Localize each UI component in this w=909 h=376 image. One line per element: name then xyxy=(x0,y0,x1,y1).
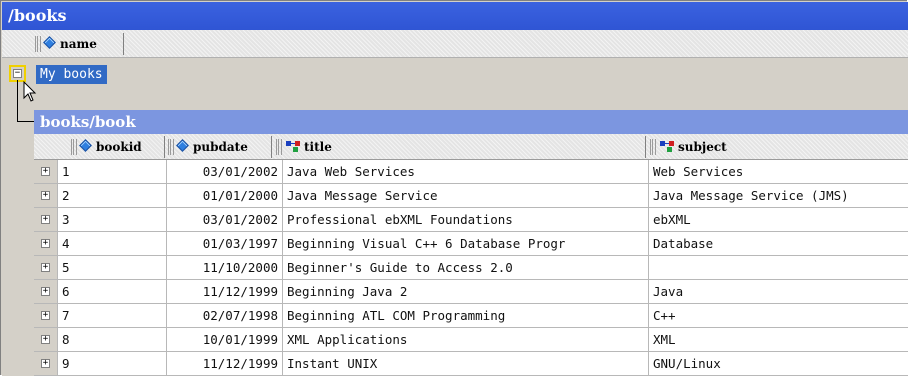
cell-bookid[interactable]: 9 xyxy=(58,352,167,375)
expand-icon[interactable]: + xyxy=(41,335,50,344)
cell-title[interactable]: Beginning ATL COM Programming xyxy=(283,304,649,327)
table-row[interactable]: + 7 02/07/1998 Beginning ATL COM Program… xyxy=(34,304,908,328)
row-value-my-books[interactable]: My books xyxy=(36,65,107,84)
row-gutter: + xyxy=(34,160,58,183)
row-gutter: + xyxy=(34,352,58,375)
table-row[interactable]: + 5 11/10/2000 Beginner's Guide to Acces… xyxy=(34,256,908,280)
nested-grid-title: books/book xyxy=(34,110,908,134)
cell-pubdate[interactable]: 02/07/1998 xyxy=(167,304,283,327)
expand-icon[interactable]: + xyxy=(41,311,50,320)
column-header-subject-label: subject xyxy=(678,140,727,154)
column-grip[interactable] xyxy=(71,139,77,155)
cell-pubdate[interactable]: 11/12/1999 xyxy=(167,352,283,375)
tree-connector-horizontal xyxy=(17,121,34,122)
cell-pubdate[interactable]: 01/03/1997 xyxy=(167,232,283,255)
expand-icon[interactable]: + xyxy=(41,215,50,224)
cell-title[interactable]: Professional ebXML Foundations xyxy=(283,208,649,231)
outer-grid-header: name xyxy=(2,30,908,58)
collapse-toggle[interactable]: − xyxy=(9,65,26,82)
attribute-diamond-icon xyxy=(176,139,189,152)
cell-subject[interactable]: Java Message Service (JMS) xyxy=(649,184,908,207)
expand-icon[interactable]: + xyxy=(41,191,50,200)
cell-bookid[interactable]: 5 xyxy=(58,256,167,279)
table-row[interactable]: + 1 03/01/2002 Java Web Services Web Ser… xyxy=(34,160,908,184)
expand-icon[interactable]: + xyxy=(41,263,50,272)
cell-subject[interactable]: Java xyxy=(649,280,908,303)
cell-title[interactable]: Beginning Visual C++ 6 Database Progr xyxy=(283,232,649,255)
row-gutter: + xyxy=(34,328,58,351)
cell-title[interactable]: Beginning Java 2 xyxy=(283,280,649,303)
row-gutter: + xyxy=(34,280,58,303)
cell-bookid[interactable]: 6 xyxy=(58,280,167,303)
cell-subject[interactable]: Database xyxy=(649,232,908,255)
cell-subject[interactable]: Web Services xyxy=(649,160,908,183)
expand-icon[interactable]: + xyxy=(41,167,50,176)
element-icon xyxy=(660,141,674,152)
cell-pubdate[interactable]: 11/10/2000 xyxy=(167,256,283,279)
table-row[interactable]: + 4 01/03/1997 Beginning Visual C++ 6 Da… xyxy=(34,232,908,256)
attribute-diamond-icon xyxy=(43,36,56,49)
outer-grid-title: /books xyxy=(2,2,908,30)
element-icon xyxy=(286,141,300,152)
cell-title[interactable]: Java Web Services xyxy=(283,160,649,183)
cell-subject[interactable] xyxy=(649,256,908,279)
cell-bookid[interactable]: 1 xyxy=(58,160,167,183)
cell-pubdate[interactable]: 10/01/1999 xyxy=(167,328,283,351)
table-row[interactable]: + 9 11/12/1999 Instant UNIX GNU/Linux xyxy=(34,352,908,376)
expand-icon[interactable]: + xyxy=(41,239,50,248)
column-grip[interactable] xyxy=(276,139,282,155)
cell-subject[interactable]: GNU/Linux xyxy=(649,352,908,375)
column-header-name[interactable]: name xyxy=(43,33,124,55)
column-grip[interactable] xyxy=(35,36,41,52)
column-grip[interactable] xyxy=(650,139,656,155)
column-header-bookid-label: bookid xyxy=(96,140,142,154)
column-header-title-label: title xyxy=(304,140,332,154)
cell-title[interactable]: Instant UNIX xyxy=(283,352,649,375)
attribute-diamond-icon xyxy=(79,139,92,152)
cell-pubdate[interactable]: 03/01/2002 xyxy=(167,160,283,183)
xml-grid-view: /books name − My books books/book bookid… xyxy=(0,0,908,376)
cell-title[interactable]: Java Message Service xyxy=(283,184,649,207)
table-row[interactable]: + 8 10/01/1999 XML Applications XML xyxy=(34,328,908,352)
cell-bookid[interactable]: 8 xyxy=(58,328,167,351)
cell-bookid[interactable]: 7 xyxy=(58,304,167,327)
row-gutter: + xyxy=(34,256,58,279)
table-row[interactable]: + 2 01/01/2000 Java Message Service Java… xyxy=(34,184,908,208)
table-row[interactable]: + 6 11/12/1999 Beginning Java 2 Java xyxy=(34,280,908,304)
column-header-subject[interactable]: subject xyxy=(658,136,908,158)
row-gutter: + xyxy=(34,208,58,231)
column-header-bookid[interactable]: bookid xyxy=(79,136,165,158)
row-gutter: + xyxy=(34,304,58,327)
cell-pubdate[interactable]: 11/12/1999 xyxy=(167,280,283,303)
row-gutter: + xyxy=(34,184,58,207)
cell-pubdate[interactable]: 01/01/2000 xyxy=(167,184,283,207)
cell-title[interactable]: Beginner's Guide to Access 2.0 xyxy=(283,256,649,279)
nested-grid-rows: + 1 03/01/2002 Java Web Services Web Ser… xyxy=(34,160,908,376)
expand-icon[interactable]: + xyxy=(41,359,50,368)
column-header-pubdate[interactable]: pubdate xyxy=(176,136,272,158)
row-gutter: + xyxy=(34,232,58,255)
expand-icon[interactable]: + xyxy=(41,287,50,296)
mouse-pointer-icon xyxy=(23,81,37,102)
cell-subject[interactable]: C++ xyxy=(649,304,908,327)
tree-connector-vertical xyxy=(17,80,18,122)
cell-bookid[interactable]: 4 xyxy=(58,232,167,255)
column-grip[interactable] xyxy=(168,139,174,155)
cell-pubdate[interactable]: 03/01/2002 xyxy=(167,208,283,231)
cell-bookid[interactable]: 3 xyxy=(58,208,167,231)
column-header-title[interactable]: title xyxy=(284,136,646,158)
cell-subject[interactable]: XML xyxy=(649,328,908,351)
cell-subject[interactable]: ebXML xyxy=(649,208,908,231)
cell-title[interactable]: XML Applications xyxy=(283,328,649,351)
column-header-name-label: name xyxy=(60,37,97,51)
nested-grid-books-book: books/book bookid pubdate title subject … xyxy=(34,110,908,376)
cell-bookid[interactable]: 2 xyxy=(58,184,167,207)
nested-grid-header: bookid pubdate title subject xyxy=(34,134,908,160)
table-row[interactable]: + 3 03/01/2002 Professional ebXML Founda… xyxy=(34,208,908,232)
column-header-pubdate-label: pubdate xyxy=(193,140,248,154)
